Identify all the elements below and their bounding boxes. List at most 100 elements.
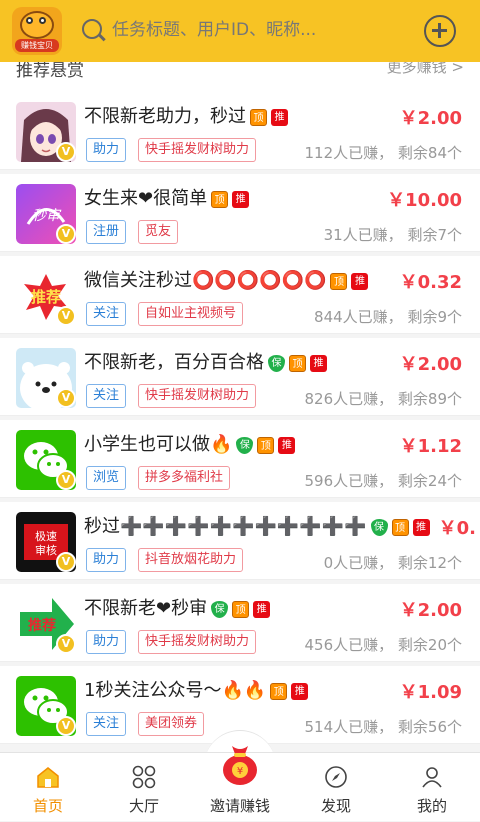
recommend-badge: 推	[291, 682, 309, 700]
svg-text:¥: ¥	[237, 766, 243, 777]
task-stats: 596人已赚， 剩余24个	[304, 472, 463, 490]
tab-mine[interactable]: 我的	[384, 753, 480, 822]
task-type-tag: 关注	[86, 302, 127, 326]
thumbnail-text-1: 极速	[35, 529, 57, 543]
task-category-tag: 美团领券	[138, 712, 205, 736]
task-stats: 844人已赚， 剩余9个	[314, 308, 462, 326]
task-category-tag: 抖音放烟花助力	[138, 548, 244, 572]
more-earnings-link[interactable]: 更多赚钱 >	[387, 62, 464, 77]
top-badge: 顶	[211, 190, 229, 208]
task-title: 秒过➕➕➕➕➕➕➕➕➕➕➕ 保顶推	[84, 512, 430, 538]
task-type-tag: 浏览	[86, 466, 127, 490]
tab-invite-label: 邀请赚钱	[209, 797, 270, 815]
user-icon	[422, 767, 442, 788]
task-card[interactable]: V 小学生也可以做🔥 保顶推 ￥1.12 浏览 拼多多福利社 596人已赚， 剩余…	[0, 420, 480, 498]
tab-home[interactable]: 首页	[0, 753, 96, 822]
guarantee-badge: 保	[370, 518, 388, 536]
recommend-badge: 推	[351, 272, 369, 290]
recommend-badge: 推	[310, 354, 327, 372]
task-stats: 31人已赚， 剩余7个	[323, 226, 462, 244]
task-type-tag: 关注	[86, 712, 127, 736]
task-card[interactable]: 秒审 V 女生来❤很简单顶推 ￥10.00 注册 觅友 31人已赚， 剩余7个	[0, 174, 480, 252]
tab-discover[interactable]: 发现	[288, 753, 384, 822]
add-task-button[interactable]	[424, 15, 456, 47]
verified-icon: V	[56, 224, 76, 244]
task-type-tag: 关注	[86, 384, 127, 408]
task-category-tag: 自如业主视频号	[138, 302, 244, 326]
app-logo[interactable]: 赚钱宝贝	[12, 7, 62, 55]
task-type-tag: 助力	[86, 548, 127, 572]
task-card[interactable]: 推荐 V 不限新老❤秒审保顶推 ￥2.00 助力 快手摇发财树助力 456人已赚…	[0, 584, 480, 662]
top-badge: 顶	[289, 354, 306, 372]
compass-icon	[325, 766, 347, 788]
recommend-badge: 推	[253, 600, 271, 618]
task-type-tag: 助力	[86, 138, 127, 162]
top-badge: 顶	[232, 600, 250, 618]
task-category-tag: 快手摇发财树助力	[138, 630, 257, 654]
task-stats: 112人已赚， 剩余84个	[304, 144, 463, 162]
tab-hall-label: 大厅	[128, 797, 159, 815]
thumbnail-text: 推荐	[28, 617, 56, 634]
guarantee-badge: 保	[211, 600, 229, 618]
money-bag-icon[interactable]: ¥	[220, 742, 260, 786]
task-category-tag: 觅友	[138, 220, 179, 244]
search-icon[interactable]	[82, 19, 102, 39]
verified-icon: V	[56, 716, 76, 736]
task-stats: 456人已赚， 剩余20个	[304, 636, 463, 654]
tiger-face-icon	[20, 11, 54, 39]
task-price: ￥0.	[438, 518, 476, 539]
task-price: ￥2.00	[399, 108, 462, 129]
guarantee-badge: 保	[236, 436, 254, 454]
task-title: 微信关注秒过⭕⭕⭕⭕⭕⭕ 顶推	[84, 266, 369, 292]
task-title: 不限新老助力，秒过顶推	[84, 102, 288, 128]
task-card[interactable]: V 不限新老助力，秒过顶推 ￥2.00 助力 快手摇发财树助力 112人已赚， …	[0, 92, 480, 170]
task-price: ￥2.00	[399, 600, 462, 621]
task-type-tag: 注册	[86, 220, 127, 244]
top-badge: 顶	[250, 108, 267, 126]
home-icon	[37, 767, 59, 788]
thumbnail-text-2: 审核	[35, 543, 57, 557]
top-badge: 顶	[330, 272, 348, 290]
task-category-tag: 快手摇发财树助力	[138, 384, 257, 408]
verified-icon: V	[56, 470, 76, 490]
task-type-tag: 助力	[86, 630, 127, 654]
task-title: 女生来❤很简单顶推	[84, 184, 250, 210]
thumbnail-text: 推荐	[31, 288, 61, 306]
task-price: ￥0.32	[399, 272, 462, 293]
section-header: 推荐悬赏 更多赚钱 >	[0, 62, 480, 92]
task-price: ￥10.00	[387, 190, 462, 211]
task-title: 不限新老❤秒审保顶推	[84, 594, 271, 620]
task-title: 小学生也可以做🔥 保顶推	[84, 430, 296, 456]
thumbnail-text: 秒审	[32, 208, 62, 224]
task-price: ￥2.00	[399, 354, 462, 375]
task-stats: 826人已赚， 剩余89个	[304, 390, 463, 408]
task-card[interactable]: 极速 审核 V 秒过➕➕➕➕➕➕➕➕➕➕➕ 保顶推 ￥0. 助力 抖音放烟花助力 …	[0, 502, 480, 580]
task-card[interactable]: 推荐 V 微信关注秒过⭕⭕⭕⭕⭕⭕ 顶推 ￥0.32 关注 自如业主视频号 844…	[0, 256, 480, 334]
tab-mine-label: 我的	[416, 797, 447, 815]
recommend-badge: 推	[271, 108, 288, 126]
guarantee-badge: 保	[268, 354, 285, 372]
logo-label: 赚钱宝贝	[15, 39, 59, 52]
task-stats: 514人已赚， 剩余56个	[304, 718, 463, 736]
verified-icon: V	[56, 634, 76, 654]
top-badge: 顶	[257, 436, 275, 454]
task-card[interactable]: V 不限新老，百分百合格保顶推 ￥2.00 关注 快手摇发财树助力 826人已赚…	[0, 338, 480, 416]
task-stats: 0人已赚， 剩余12个	[323, 554, 462, 572]
recommend-badge: 推	[232, 190, 250, 208]
search-input[interactable]	[112, 16, 412, 44]
tab-discover-label: 发现	[320, 797, 351, 815]
task-category-tag: 拼多多福利社	[138, 466, 231, 490]
task-title: 不限新老，百分百合格保顶推	[84, 348, 327, 374]
tab-home-label: 首页	[32, 797, 63, 815]
recommend-badge: 推	[412, 518, 430, 536]
task-title: 1秒关注公众号～🔥🔥 顶推	[84, 676, 309, 702]
recommend-badge: 推	[278, 436, 296, 454]
verified-icon: V	[56, 306, 76, 326]
tab-hall[interactable]: 大厅	[96, 753, 192, 822]
verified-icon: V	[56, 388, 76, 408]
section-title: 推荐悬赏	[16, 62, 84, 81]
task-price: ￥1.12	[399, 436, 462, 457]
verified-icon: V	[56, 142, 76, 162]
grid-icon	[132, 765, 156, 789]
verified-icon: V	[56, 552, 76, 572]
